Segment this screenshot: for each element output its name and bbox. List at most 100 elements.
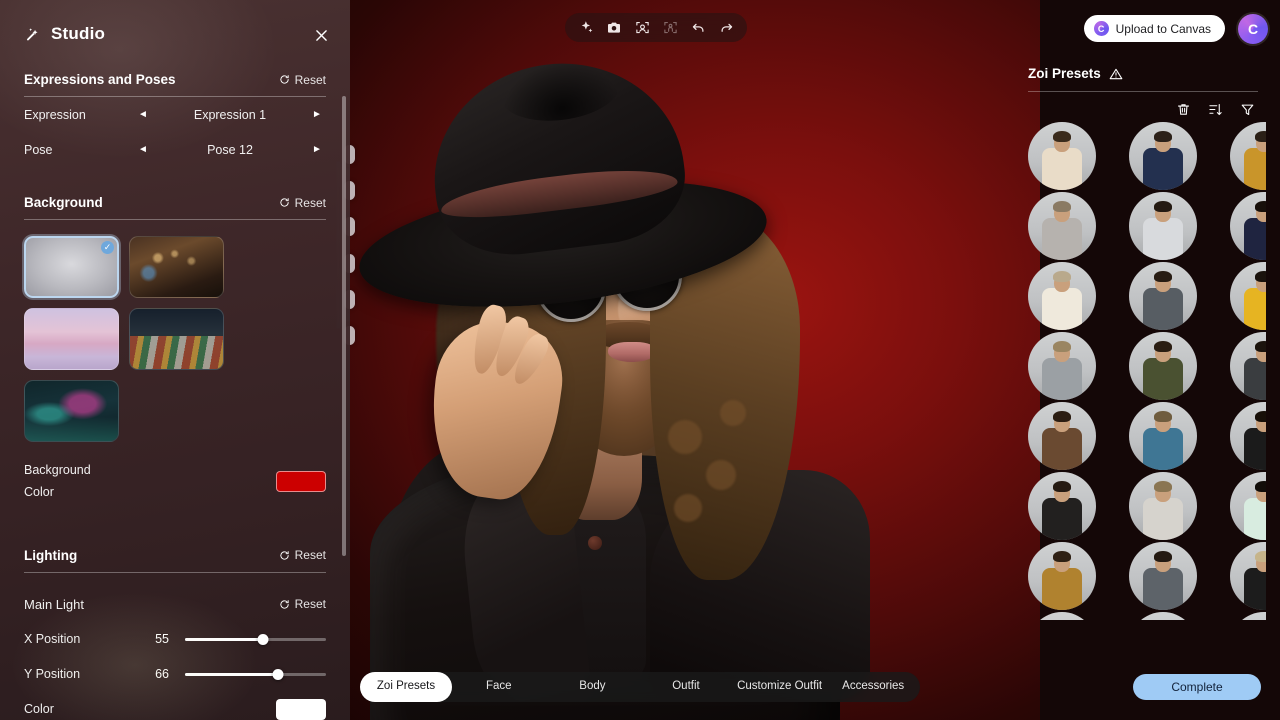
main-light-color-swatch[interactable] — [276, 698, 326, 720]
preset-outfit — [1244, 568, 1266, 610]
preset-outfit — [1042, 358, 1082, 400]
sidebar-scrollbar[interactable] — [342, 96, 346, 556]
background-thumb-graffiti-street[interactable] — [129, 308, 224, 370]
preset-hair — [1255, 411, 1266, 422]
background-thumb-neon-alley[interactable] — [24, 380, 119, 442]
pose-prev-icon[interactable]: ◄ — [134, 144, 152, 155]
expression-row: Expression ◄ Expression 1 ► — [24, 97, 326, 132]
avatar-jacket-button — [588, 536, 602, 550]
expression-value: Expression 1 — [193, 107, 267, 122]
upload-to-canvas-button[interactable]: C Upload to Canvas — [1083, 15, 1225, 42]
sidebar-scroll-area[interactable]: Studio Expressions and Poses Reset Expre… — [0, 0, 350, 720]
reset-lighting-button[interactable]: Reset — [279, 548, 326, 562]
redo-icon[interactable] — [715, 17, 737, 39]
preset-yellow-jacket[interactable] — [1230, 122, 1266, 190]
preset-floral-shirt[interactable] — [1028, 122, 1096, 190]
preset-outfit — [1244, 288, 1266, 330]
preset-varsity-jacket[interactable] — [1129, 122, 1197, 190]
undo-icon[interactable] — [687, 17, 709, 39]
preset-gray-blazer[interactable] — [1028, 192, 1096, 260]
expression-stepper[interactable]: ◄ Expression 1 ► — [134, 108, 326, 122]
background-color-swatch[interactable] — [276, 471, 326, 493]
preset-navy-vest[interactable] — [1230, 192, 1266, 260]
main-light-row: Main Light Reset — [24, 587, 326, 622]
preset-outfit — [1244, 358, 1266, 400]
slider-knob[interactable] — [257, 633, 269, 645]
close-icon[interactable] — [310, 24, 332, 46]
warning-triangle-icon[interactable] — [1109, 67, 1123, 81]
preset-hair — [1053, 551, 1071, 562]
preset-white-jersey[interactable] — [1129, 192, 1197, 260]
pose-value: Pose 12 — [207, 142, 253, 157]
preset-long-hair-sunglasses[interactable] — [1129, 612, 1197, 620]
preset-olive-suit[interactable] — [1129, 332, 1197, 400]
reset-main-light-button[interactable]: Reset — [279, 597, 326, 611]
preset-plaid-blazer[interactable] — [1129, 262, 1197, 330]
preset-outfit — [1244, 498, 1266, 540]
preset-outfit — [1143, 358, 1183, 400]
trash-icon[interactable] — [1175, 101, 1192, 118]
tab-zoi-presets[interactable]: Zoi Presets — [360, 672, 452, 702]
zoi-presets-panel: Zoi Presets — [1020, 0, 1280, 720]
preset-hair — [1255, 201, 1266, 212]
preset-yellow-jersey[interactable] — [1230, 262, 1266, 330]
pose-label: Pose — [24, 142, 53, 157]
y-position-slider[interactable] — [185, 667, 326, 681]
tab-face[interactable]: Face — [452, 672, 546, 702]
preset-white-open-shirt[interactable] — [1129, 472, 1197, 540]
reset-expressions-button[interactable]: Reset — [279, 73, 326, 87]
preset-blue-workshirt[interactable] — [1129, 402, 1197, 470]
account-avatar[interactable]: C — [1238, 14, 1268, 44]
pose-stepper[interactable]: ◄ Pose 12 ► — [134, 143, 326, 157]
page-title: Studio — [51, 24, 106, 43]
background-thumb-studio-gray[interactable]: ✓ — [24, 236, 119, 298]
preset-black-leather[interactable] — [1028, 472, 1096, 540]
avatar-preview[interactable] — [350, 0, 1040, 720]
preset-hair — [1053, 271, 1071, 282]
expression-next-icon[interactable]: ► — [308, 109, 326, 120]
tab-customize-outfit[interactable]: Customize Outfit — [733, 672, 827, 702]
preset-hair — [1053, 411, 1071, 422]
preset-gray-suit[interactable] — [1129, 542, 1197, 610]
preset-dark-hoodie[interactable] — [1230, 332, 1266, 400]
canvas-toolbar — [565, 13, 747, 42]
preset-cream-tee[interactable] — [1028, 262, 1096, 330]
enhance-sparkle-icon[interactable] — [575, 17, 597, 39]
pose-next-icon[interactable]: ► — [308, 144, 326, 155]
studio-app: C Upload to Canvas C Zoi Presets Studio … — [0, 0, 1280, 720]
y-position-label: Y Position — [24, 667, 81, 682]
section-title: Background — [24, 195, 103, 210]
background-color-label: Background Color — [24, 463, 91, 499]
preset-hair — [1255, 341, 1266, 352]
preset-gray-coat[interactable] — [1028, 332, 1096, 400]
face-scan-icon[interactable] — [631, 17, 653, 39]
preset-light-tee[interactable] — [1230, 612, 1266, 620]
background-thumb-cafe-interior[interactable] — [129, 236, 224, 298]
preset-hair — [1053, 341, 1071, 352]
section-title: Lighting — [24, 547, 78, 563]
zoi-preset-grid[interactable] — [1028, 122, 1266, 620]
preset-hair — [1154, 271, 1172, 282]
preset-black-soccer-kit[interactable] — [1230, 542, 1266, 610]
body-scan-icon[interactable] — [659, 17, 681, 39]
preset-tan-plaid-coat[interactable] — [1028, 542, 1096, 610]
preset-outfit — [1143, 498, 1183, 540]
x-position-label: X Position — [24, 632, 81, 647]
camera-icon[interactable] — [603, 17, 625, 39]
preset-green-print-shirt[interactable] — [1230, 472, 1266, 540]
sort-icon[interactable] — [1207, 101, 1224, 118]
expression-prev-icon[interactable]: ◄ — [134, 109, 152, 120]
filter-icon[interactable] — [1239, 101, 1256, 118]
preset-brown-suit[interactable] — [1028, 402, 1096, 470]
tab-body[interactable]: Body — [546, 672, 640, 702]
background-thumb-pink-sunset[interactable] — [24, 308, 119, 370]
complete-button[interactable]: Complete — [1133, 674, 1261, 700]
tab-accessories[interactable]: Accessories — [826, 672, 920, 702]
preset-cap-sunglasses[interactable] — [1028, 612, 1096, 620]
reset-background-button[interactable]: Reset — [279, 196, 326, 210]
x-position-slider[interactable] — [185, 632, 326, 646]
slider-knob[interactable] — [272, 668, 284, 680]
preset-black-tank[interactable] — [1230, 402, 1266, 470]
tab-outfit[interactable]: Outfit — [639, 672, 733, 702]
preset-outfit — [1143, 288, 1183, 330]
